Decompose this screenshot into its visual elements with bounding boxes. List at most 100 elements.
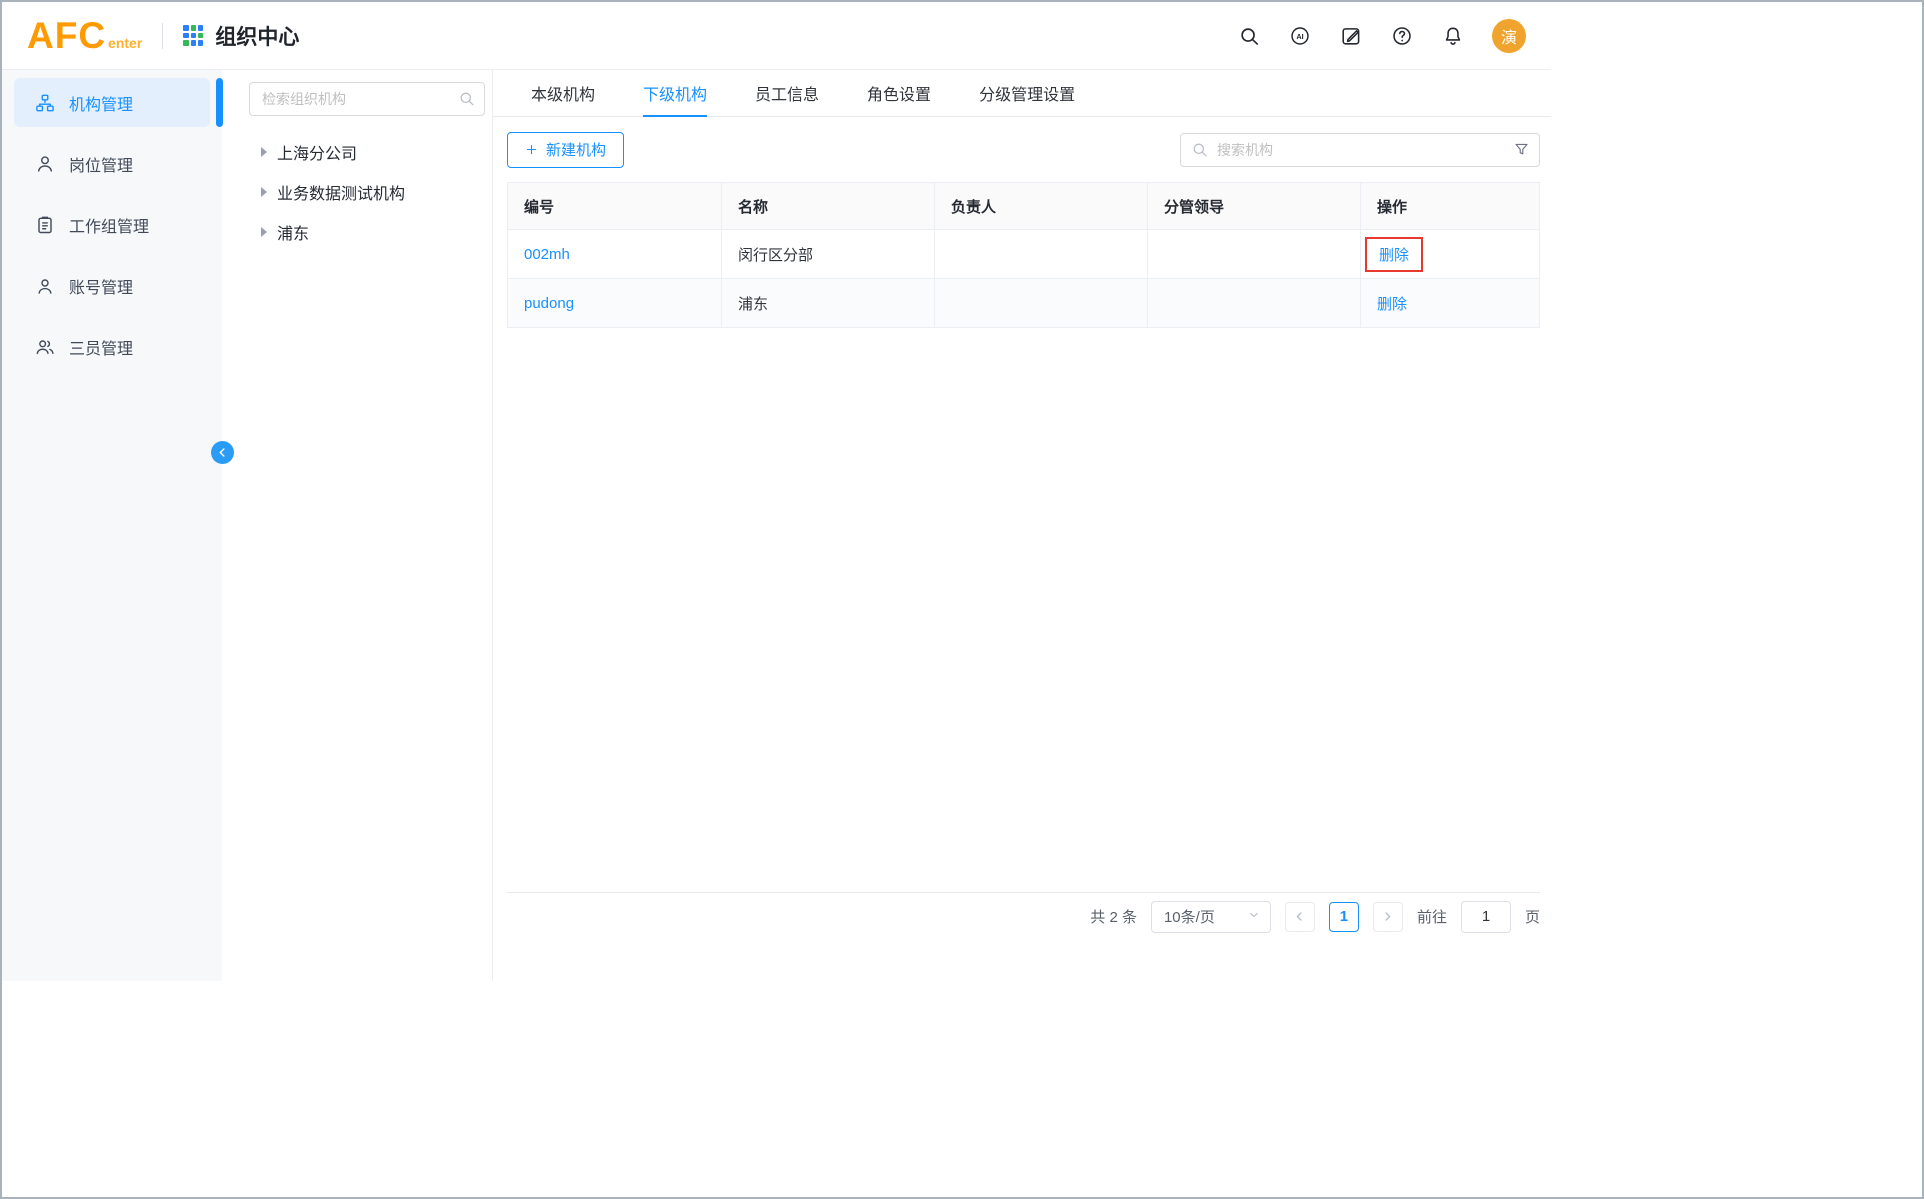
caret-right-icon[interactable] [261, 147, 267, 157]
app-window: AFC enter 组织中心 AI [2, 2, 1551, 981]
annotation-highlight: 删除 [1365, 237, 1423, 272]
column-header: 操作 [1361, 183, 1539, 229]
org-name-cell: 浦东 [722, 279, 935, 327]
sidebar-item-position-management[interactable]: 岗位管理 [14, 139, 210, 188]
delete-link[interactable]: 删除 [1379, 244, 1409, 265]
org-owner-cell [935, 279, 1148, 327]
table-row: pudong 浦东 删除 [508, 278, 1539, 327]
total-count: 共 2 条 [1090, 906, 1137, 927]
delete-link[interactable]: 删除 [1377, 296, 1407, 313]
sidebar-item-label: 三员管理 [69, 335, 133, 359]
tab-current-org[interactable]: 本级机构 [531, 70, 595, 116]
org-code-link[interactable]: pudong [524, 295, 574, 312]
goto-page-input[interactable] [1461, 901, 1511, 933]
sidebar-item-label: 工作组管理 [69, 213, 149, 237]
plus-icon [525, 143, 538, 156]
user-icon [35, 154, 55, 174]
logo-subtext: enter [108, 35, 142, 51]
page-size-select[interactable]: 10条/页 [1151, 901, 1271, 933]
new-org-button[interactable]: 新建机构 [507, 132, 624, 168]
org-name-cell: 闵行区分部 [722, 230, 935, 278]
page-title: 组织中心 [215, 21, 299, 51]
next-page-button[interactable] [1373, 902, 1403, 932]
sidebar-item-label: 机构管理 [69, 91, 133, 115]
header-actions: AI 演 [1237, 19, 1526, 53]
org-tree-search [249, 82, 485, 116]
org-leader-cell [1148, 279, 1361, 327]
table-zone: 编号名称负责人分管领导操作 002mh闵行区分部删除pudong浦东删除 共 2… [507, 182, 1540, 940]
main-content: 本级机构 下级机构 员工信息 角色设置 分级管理设置 新建机构 [493, 70, 1551, 981]
tree-node-label: 上海分公司 [277, 140, 357, 164]
logo-text: AFC [27, 17, 106, 54]
pagination-bar: 共 2 条 10条/页 1 [507, 892, 1540, 940]
tree-node[interactable]: 浦东 [222, 212, 492, 252]
search-icon [458, 90, 475, 107]
avatar-text: 演 [1501, 24, 1517, 48]
caret-right-icon[interactable] [261, 187, 267, 197]
tab-role-settings[interactable]: 角色设置 [867, 70, 931, 116]
new-org-button-label: 新建机构 [546, 139, 606, 160]
body-row: 机构管理岗位管理工作组管理账号管理三员管理 上海分公司业务数据测试机构浦东 本级… [2, 70, 1551, 981]
header-divider [162, 23, 163, 49]
table-body: 002mh闵行区分部删除pudong浦东删除 [508, 229, 1539, 327]
svg-text:AI: AI [1296, 31, 1303, 40]
screenshot-canvas: AFC enter 组织中心 AI [0, 0, 1924, 1199]
sidebar-item-account-management[interactable]: 账号管理 [14, 261, 210, 310]
org-owner-cell [935, 230, 1148, 278]
org-code-link[interactable]: 002mh [524, 246, 570, 263]
sidebar-item-admin-management[interactable]: 三员管理 [14, 322, 210, 371]
tab-staff-info[interactable]: 员工信息 [755, 70, 819, 116]
person-icon [35, 276, 55, 296]
sidebar-item-workgroup-management[interactable]: 工作组管理 [14, 200, 210, 249]
tree-node[interactable]: 上海分公司 [222, 132, 492, 172]
table-empty-space [507, 328, 1540, 892]
caret-right-icon[interactable] [261, 227, 267, 237]
page-unit-label: 页 [1525, 906, 1540, 927]
filter-funnel-icon[interactable] [1513, 141, 1530, 158]
page-number-button[interactable]: 1 [1329, 902, 1359, 932]
search-icon[interactable] [1237, 24, 1261, 48]
org-table-search-input[interactable] [1180, 133, 1540, 167]
sidebar-nav: 机构管理岗位管理工作组管理账号管理三员管理 [2, 70, 222, 981]
sidebar-item-label: 账号管理 [69, 274, 133, 298]
sidebar-item-org-management[interactable]: 机构管理 [14, 78, 210, 127]
users-icon [35, 337, 55, 357]
tree-node[interactable]: 业务数据测试机构 [222, 172, 492, 212]
sitemap-icon [35, 93, 55, 113]
tab-level-settings[interactable]: 分级管理设置 [979, 70, 1075, 116]
action-wrap: 删除 [1377, 293, 1407, 314]
org-tree-panel: 上海分公司业务数据测试机构浦东 [222, 70, 493, 981]
notification-bell-icon[interactable] [1441, 24, 1465, 48]
sidebar-menu: 机构管理岗位管理工作组管理账号管理三员管理 [2, 78, 222, 371]
table-header: 编号名称负责人分管领导操作 [508, 183, 1539, 229]
clipboard-icon [35, 215, 55, 235]
org-tree: 上海分公司业务数据测试机构浦东 [222, 132, 492, 252]
column-header: 分管领导 [1148, 183, 1361, 229]
org-search-input[interactable] [249, 82, 485, 116]
page-size-value: 10条/页 [1164, 906, 1215, 927]
tab-bar: 本级机构 下级机构 员工信息 角色设置 分级管理设置 [493, 70, 1551, 117]
org-leader-cell [1148, 230, 1361, 278]
tab-sub-org[interactable]: 下级机构 [643, 70, 707, 116]
active-menu-indicator [216, 78, 223, 127]
column-header: 名称 [722, 183, 935, 229]
column-header: 编号 [508, 183, 722, 229]
table-row: 002mh 闵行区分部 删除 [508, 229, 1539, 278]
prev-page-button[interactable] [1285, 902, 1315, 932]
top-header: AFC enter 组织中心 AI [2, 2, 1551, 70]
afcenter-logo[interactable]: AFC enter [27, 17, 142, 54]
compose-icon[interactable] [1339, 24, 1363, 48]
toolbar: 新建机构 [493, 117, 1551, 182]
chevron-down-icon [1248, 908, 1260, 925]
apps-grid-icon[interactable] [183, 25, 203, 45]
search-icon [1191, 141, 1208, 158]
collapse-panel-button[interactable] [211, 441, 234, 464]
table-search [1180, 133, 1540, 167]
help-icon[interactable] [1390, 24, 1414, 48]
ai-assistant-icon[interactable]: AI [1288, 24, 1312, 48]
user-avatar[interactable]: 演 [1492, 19, 1526, 53]
tree-node-label: 业务数据测试机构 [277, 180, 405, 204]
org-table: 编号名称负责人分管领导操作 002mh闵行区分部删除pudong浦东删除 [507, 182, 1540, 328]
sidebar-item-label: 岗位管理 [69, 152, 133, 176]
column-header: 负责人 [935, 183, 1148, 229]
